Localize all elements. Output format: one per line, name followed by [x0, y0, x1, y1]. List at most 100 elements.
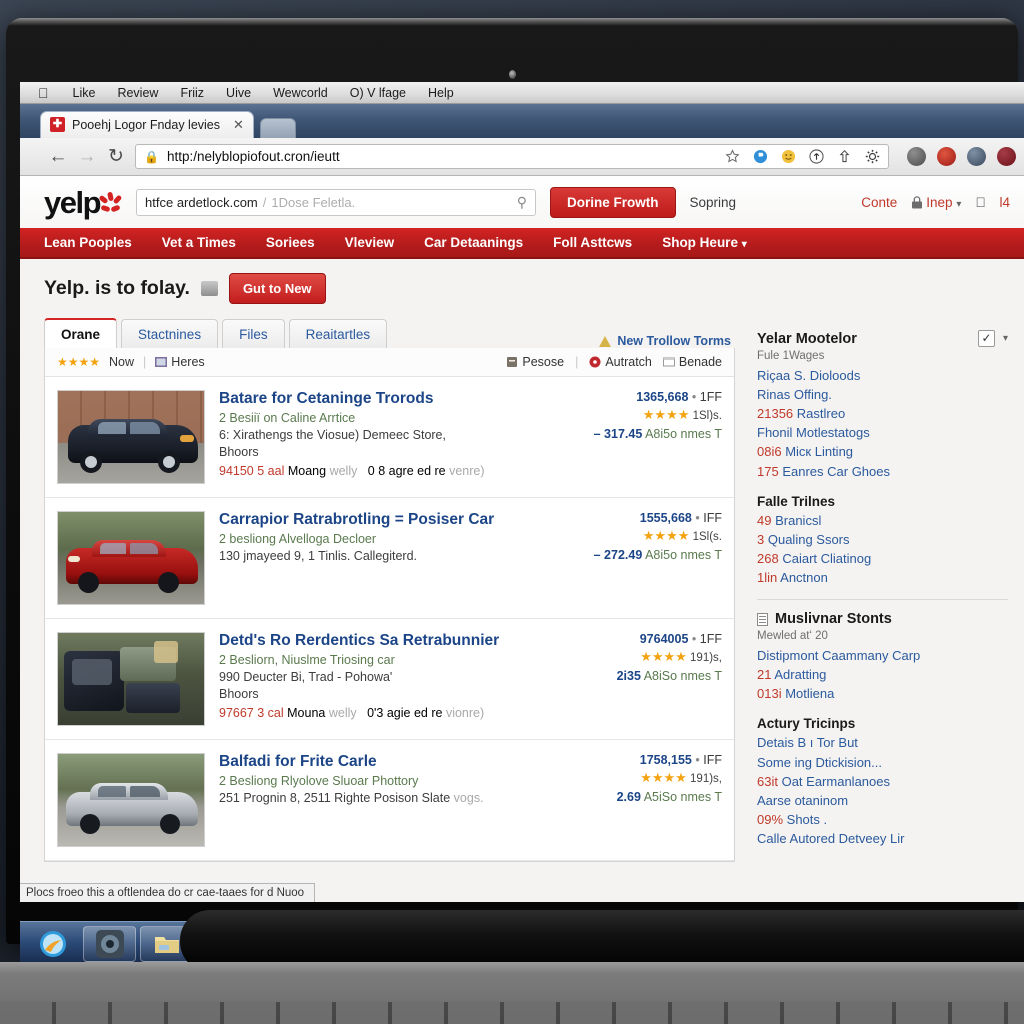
table-row[interactable]: Detd's Ro Rerdentics Sa Retrabunnier 2 B… [45, 619, 734, 740]
tab-reaitartles[interactable]: Reaitartles [288, 319, 388, 348]
red-coupe-photo[interactable] [57, 511, 205, 605]
laptop-base [0, 962, 1024, 1024]
cta-button[interactable]: Gut to New [228, 273, 326, 304]
menu-item-3[interactable]: Uive [226, 86, 251, 100]
nav-item-3[interactable]: Vleview [345, 235, 395, 250]
menu-item-0[interactable]: Like [73, 86, 96, 100]
back-arrow-icon[interactable]: ← [48, 147, 68, 166]
close-icon[interactable]: ✕ [233, 117, 244, 133]
table-row[interactable]: Carrapior Ratrabrotling = Posiser Car 2 … [45, 498, 734, 619]
listing-address: 251 Prognin 8, 2511 Righte Posison Slate… [219, 791, 484, 805]
media-player-icon[interactable] [83, 925, 136, 962]
share-icon[interactable] [837, 149, 852, 164]
table-row[interactable]: Batare for Cetaninge Trorods 2 Besiiï on… [45, 377, 734, 498]
four-stars-icon: ★★★★ [642, 528, 690, 543]
address-bar[interactable]: 🔒 http:/nelyblopiofout.cron/ieutt [135, 144, 889, 169]
chevron-down-icon[interactable]: ▾ [1003, 333, 1008, 344]
sidebar-link[interactable]: Distipmont Caammany Carp [757, 646, 1008, 665]
menu-item-5[interactable]: O) V lfage [350, 86, 406, 100]
checkbox-checked-icon[interactable]: ✓ [977, 330, 995, 347]
sidebar-link[interactable]: 63it Oat Earmanlanoes [757, 772, 1008, 791]
extension-maroon-icon[interactable] [997, 147, 1016, 166]
sidebar-link[interactable]: Rinas Offing. [757, 385, 1008, 404]
browser-tab[interactable]: ✚ Pooehj Logor Fnday levies ✕ [40, 111, 254, 138]
gear-icon[interactable] [865, 149, 880, 164]
extension-blue-icon[interactable] [967, 147, 986, 166]
search-separator: / [262, 194, 267, 210]
menu-item-4[interactable]: Wewcorld [273, 86, 328, 100]
sidebar-link[interactable]: 268 Caiart Cliatinog [757, 549, 1008, 568]
smiley-icon[interactable] [781, 149, 796, 164]
search-input[interactable]: htfce ardetlock.com / 1Dose Feletla. ⚲ [136, 188, 537, 216]
sidebar-link[interactable]: 013i Motliena [757, 684, 1008, 703]
yelp-logo[interactable]: yelp [44, 187, 123, 218]
apple-icon[interactable]:  [975, 195, 985, 210]
listing-title[interactable]: Carrapior Ratrabrotling = Posiser Car [219, 511, 558, 529]
nav-item-0[interactable]: Lean Pooples [44, 235, 132, 250]
listing-title[interactable]: Batare for Cetaninge Trorods [219, 390, 558, 408]
secondary-link[interactable]: Sopring [690, 195, 737, 210]
listing-title[interactable]: Balfadi for Frite Carle [219, 753, 558, 771]
sidebar-link[interactable]: Riçaa S. Diolo​ods [757, 366, 1008, 385]
nav-item-5[interactable]: Foll Asttcws [553, 235, 632, 250]
sidebar-link[interactable]: Fhonil Motlestatogs [757, 423, 1008, 442]
sidebar-link[interactable]: Calle Autored Detveey Lir [757, 829, 1008, 848]
reload-icon[interactable]: ↻ [106, 147, 126, 166]
bookmark-blue-icon[interactable] [753, 149, 768, 164]
page-body: Orane Stactnines Files Reaitartles New T… [20, 316, 1024, 902]
nav-item-4[interactable]: Car Detaanings [424, 235, 523, 250]
sidebar-link[interactable]: 49 Branicsl [757, 511, 1008, 530]
sidebar-link[interactable]: 09% Shots . [757, 810, 1008, 829]
header-link-conte[interactable]: Conte [861, 195, 897, 210]
sidebar-link[interactable]: 1lin Anctnon [757, 568, 1008, 587]
new-tab-icon[interactable] [259, 118, 296, 138]
tab-files[interactable]: Files [222, 319, 285, 348]
menu-item-1[interactable]: Review [117, 86, 158, 100]
menu-item-6[interactable]: Help [428, 86, 454, 100]
sidebar-link[interactable]: Aarse otaninom [757, 791, 1008, 810]
extension-gray-icon[interactable] [907, 147, 926, 166]
photo-icon [155, 357, 168, 367]
sidebar-block3-header: Muslivnar Stonts [757, 611, 1008, 627]
listing-address-gray: vogs. [453, 791, 484, 805]
listing-meta: 97667 3 cal Mouna welly 0'3 agie ed re v… [219, 706, 558, 720]
silver-sedan-photo[interactable] [57, 753, 205, 847]
sidebar-link[interactable]: Some ing Dtickision... [757, 753, 1008, 772]
primary-action-button[interactable]: Dorine Frowth [550, 186, 676, 218]
apple-icon[interactable]:  [38, 86, 49, 100]
filter-bar: ★★★★ Now | Heres Pesose | Autratch Benad… [45, 348, 734, 377]
account-menu[interactable]: Inep ▾ [911, 195, 961, 210]
listing-right: 1365,668 • 1FF ★★★★ 1Sl)s. – 317.45 A8i5… [572, 390, 722, 484]
filter-pesose[interactable]: Pesose [506, 355, 564, 369]
filter-heres[interactable]: Heres [155, 355, 205, 369]
tab-orane[interactable]: Orane [44, 318, 118, 348]
extension-red-icon[interactable] [937, 147, 956, 166]
sidebar-link[interactable]: 175 Eanres Car Ghoes [757, 462, 1008, 481]
sidebar-link[interactable]: 21 Adratting [757, 665, 1008, 684]
forward-arrow-icon[interactable]: → [77, 147, 97, 166]
listing-subtitle: 2 Besliorn, Niuslme Triosing car [219, 653, 395, 667]
filter-autratch[interactable]: Autratch [589, 355, 652, 369]
filter-benade[interactable]: Benade [662, 355, 722, 369]
sidebar-link[interactable]: Detais B ı Tor But [757, 733, 1008, 752]
filter-now[interactable]: Now [109, 355, 134, 369]
nav-item-1[interactable]: Vet a Times [162, 235, 236, 250]
sidebar-link[interactable]: 08i6 Micк Linting [757, 442, 1008, 461]
apple-label[interactable]: l4 [999, 195, 1010, 210]
table-row[interactable]: Balfadi for Frite Carle 2 Besliong Rlyol… [45, 740, 734, 861]
nav-item-2[interactable]: Soriees [266, 235, 315, 250]
car-interior-photo[interactable] [57, 632, 205, 726]
star-icon[interactable] [725, 149, 740, 164]
tab-stactnines[interactable]: Stactnines [121, 319, 219, 348]
menu-item-2[interactable]: Friiz [180, 86, 204, 100]
listing-title[interactable]: Detd's Ro Rerdentics Sa Retrabunnier [219, 632, 558, 650]
search-icon[interactable]: ⚲ [517, 194, 527, 211]
upload-icon[interactable] [809, 149, 824, 164]
sidebar-link[interactable]: 3 Qualing Ssors [757, 530, 1008, 549]
sidebar: Yelar Mootelor ✓ ▾ Fule 1Wages Riçaa S. … [735, 316, 1024, 902]
black-sedan-photo[interactable] [57, 390, 205, 484]
start-orb[interactable] [26, 926, 79, 962]
sidebar-link[interactable]: 21356 Rastlreo [757, 404, 1008, 423]
nav-item-6[interactable]: Shop Heure ▾ [662, 235, 747, 250]
new-terms-link[interactable]: New Trollow Torms [599, 334, 735, 348]
